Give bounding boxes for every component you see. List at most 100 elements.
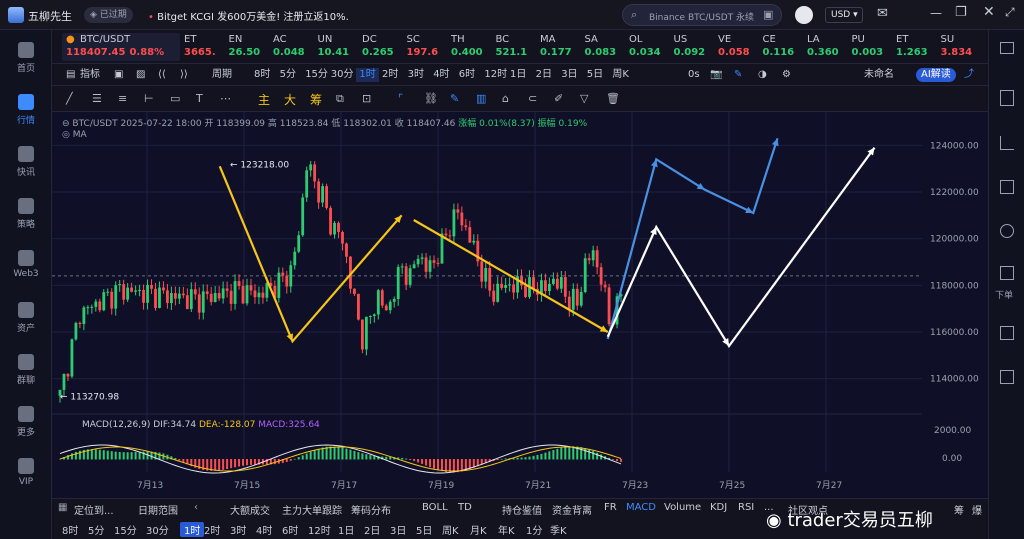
sidebar-item-7[interactable]: 更多	[0, 406, 52, 438]
filter-icon[interactable]: ▽	[580, 92, 594, 106]
pencil-icon[interactable]: ✎	[734, 68, 742, 82]
link-icon[interactable]: ⛓	[424, 92, 438, 106]
bottom-indicator-0[interactable]: 大额成交	[230, 502, 270, 517]
chart-style-icon[interactable]: ▨	[136, 68, 145, 82]
order-icon[interactable]	[1000, 266, 1014, 280]
news-ticker[interactable]: • Bitget KCGI 发600万美金! 注册立返10%...	[148, 8, 348, 23]
currency-select[interactable]: USD ▾	[825, 7, 863, 23]
bottom-interval-0[interactable]: 8时	[62, 522, 78, 537]
sidebar-item-3[interactable]: 策略	[0, 198, 52, 230]
chip-button[interactable]: 筹	[310, 91, 322, 108]
line-tool-icon[interactable]: ╱	[66, 92, 80, 106]
bottom-interval-5[interactable]: 2时	[204, 522, 220, 537]
bottom-indicator2-1[interactable]: 资金背离	[552, 502, 592, 517]
ticker-2[interactable]: EN 26.50	[229, 33, 271, 61]
interval-1[interactable]: 5分	[280, 68, 296, 82]
rectangle-icon[interactable]: ▭	[170, 92, 184, 106]
theme-icon[interactable]: ◑	[758, 68, 767, 82]
ticker-17[interactable]: ET 1.263	[896, 33, 938, 61]
crop-icon[interactable]: ⌜	[398, 92, 412, 106]
interval-7[interactable]: 4时	[433, 68, 449, 82]
scroll-right-icon[interactable]: ⟩⟩	[180, 68, 188, 82]
bottom-interval-8[interactable]: 6时	[282, 522, 298, 537]
bottom-interval-7[interactable]: 4时	[256, 522, 272, 537]
bottom-indicator2-5[interactable]: KDJ	[710, 502, 727, 513]
lock-icon[interactable]: ⌂	[502, 92, 516, 106]
bottom-extra-0[interactable]: 筹	[954, 502, 964, 517]
sidebar-item-5[interactable]: 资产	[0, 302, 52, 334]
document-icon[interactable]	[1000, 90, 1014, 106]
pen-icon[interactable]: ✎	[450, 92, 464, 106]
horizontal-ray-icon[interactable]: ⊢	[144, 92, 158, 106]
bottom-interval-3[interactable]: 30分	[146, 522, 169, 537]
bottom-interval-12[interactable]: 3日	[390, 522, 406, 537]
bottom-indicator2-0[interactable]: 持仓鉴值	[502, 502, 542, 517]
alert-icon[interactable]: ⊡	[362, 92, 376, 106]
chart-area[interactable]: 114000.00 116000.00 118000.00 120000.00 1220…	[52, 112, 988, 498]
bottom-indicator2-3[interactable]: MACD	[626, 502, 656, 513]
bottom-indicator2-2[interactable]: FR	[604, 502, 617, 513]
bottom-interval-13[interactable]: 5日	[416, 522, 432, 537]
minimize-icon[interactable]: —	[930, 6, 942, 20]
bottom-interval-17[interactable]: 1分	[526, 522, 542, 537]
locate-button[interactable]: 定位到...	[74, 502, 114, 517]
ticker-7[interactable]: TH 0.400	[451, 33, 493, 61]
interval-6[interactable]: 3时	[408, 68, 424, 82]
interval-2[interactable]: 15分	[305, 68, 328, 82]
trend-icon[interactable]	[1000, 136, 1014, 150]
bottom-interval-4[interactable]: 1时	[180, 522, 205, 537]
sidebar-item-4[interactable]: Web3	[0, 250, 52, 279]
list-icon[interactable]	[1000, 326, 1014, 340]
fib-icon[interactable]: ≡	[118, 92, 132, 106]
interval-0[interactable]: 8时	[254, 68, 270, 82]
date-range-button[interactable]: 日期范围	[138, 502, 178, 517]
ticker-14[interactable]: CE 0.116	[763, 33, 805, 61]
camera-icon[interactable]: 📷	[710, 68, 722, 82]
ticker-9[interactable]: MA 0.177	[540, 33, 582, 61]
status-badge[interactable]: ◈ 已过期	[84, 7, 133, 23]
search-box[interactable]: ⌕ Binance BTC/USDT 永续 ▣	[622, 4, 782, 26]
interval-4[interactable]: 1时	[356, 68, 379, 82]
ticker-18[interactable]: SU 3.834	[941, 33, 983, 61]
interval-11[interactable]: 2日	[536, 68, 552, 82]
interval-5[interactable]: 2时	[382, 68, 398, 82]
bottom-interval-14[interactable]: 周K	[442, 522, 459, 537]
sidebar-item-1[interactable]: 行情	[0, 94, 52, 126]
layout-name-select[interactable]: 未命名	[864, 68, 894, 82]
ticker-10[interactable]: SA 0.083	[585, 33, 627, 61]
bottom-indicator2-4[interactable]: Volume	[664, 502, 701, 513]
restore-icon[interactable]: ❐	[955, 5, 967, 20]
ticker-12[interactable]: US 0.092	[674, 33, 716, 61]
sidebar-item-6[interactable]: 群聊	[0, 354, 52, 386]
interval-13[interactable]: 5日	[587, 68, 603, 82]
ticker-15[interactable]: LA 0.360	[807, 33, 849, 61]
bottom-indicator-2[interactable]: 筹码分布	[351, 502, 391, 517]
indicator-button[interactable]: 指标	[80, 68, 100, 82]
trash-icon[interactable]: 🗑	[606, 92, 620, 106]
layout-icon[interactable]	[1000, 42, 1014, 54]
bottom-interval-16[interactable]: 年K	[498, 522, 515, 537]
interval-8[interactable]: 6时	[459, 68, 475, 82]
pin-icon[interactable]: ⤢	[1005, 5, 1015, 20]
big-order-button[interactable]: 大	[284, 91, 296, 108]
ticker-1[interactable]: ET 3665.	[184, 33, 226, 61]
brush-icon[interactable]: ✐	[554, 92, 568, 106]
interval-3[interactable]: 30分	[331, 68, 354, 82]
ticker-3[interactable]: AC 0.048	[273, 33, 315, 61]
share-icon[interactable]: ⤴	[964, 68, 974, 82]
ticker-11[interactable]: OL 0.034	[629, 33, 671, 61]
ma-toggle[interactable]: ◎ MA	[62, 130, 87, 140]
settings-icon[interactable]	[1000, 370, 1014, 384]
order-label[interactable]: 下单	[995, 288, 1013, 301]
mail-icon[interactable]: ✉	[877, 6, 888, 21]
period-button[interactable]: 周期	[212, 68, 232, 82]
calendar-icon[interactable]: ▦	[58, 502, 67, 513]
interval-12[interactable]: 3日	[561, 68, 577, 82]
bottom-interval-15[interactable]: 月K	[470, 522, 487, 537]
clock-icon[interactable]	[1000, 224, 1014, 238]
interval-9[interactable]: 12时	[484, 68, 507, 82]
bottom-interval-1[interactable]: 5分	[88, 522, 104, 537]
scroll-left-icon[interactable]: ⟨⟨	[158, 68, 166, 82]
ticker-13[interactable]: VE 0.058	[718, 33, 760, 61]
search-input[interactable]: Binance BTC/USDT 永续	[649, 10, 754, 23]
